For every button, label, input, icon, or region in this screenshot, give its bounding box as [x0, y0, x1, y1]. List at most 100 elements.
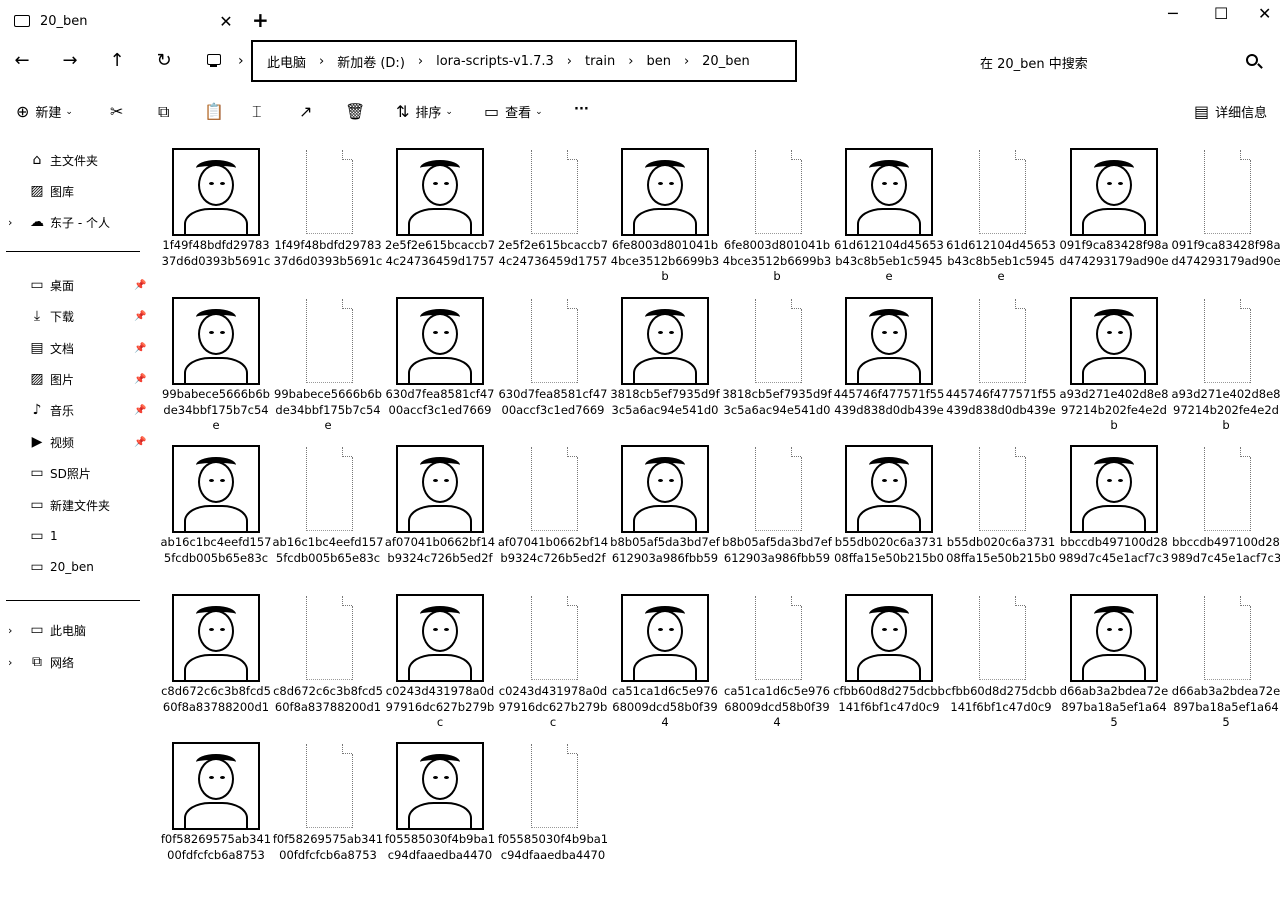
- image-file-item[interactable]: ca51ca1d6c5e97668009dcd58b0f394: [609, 590, 721, 738]
- image-file-item[interactable]: 2e5f2e615bcaccb74c24736459d1757: [384, 144, 496, 292]
- pin-icon[interactable]: 📌: [134, 311, 146, 322]
- text-file-item[interactable]: ca51ca1d6c5e97668009dcd58b0f394: [721, 590, 833, 738]
- up-button[interactable]: ↑: [105, 50, 129, 71]
- text-file-item[interactable]: 99babece5666b6bde34bbf175b7c54e: [272, 293, 384, 441]
- sidebar-item-documents[interactable]: ▤ 文档 📌: [0, 335, 150, 361]
- text-file-item[interactable]: b55db020c6a373108ffa15e50b215b0: [945, 441, 1057, 589]
- breadcrumb[interactable]: 此电脑 › 新加卷 (D:) › lora-scripts-v1.7.3 › t…: [251, 40, 797, 82]
- text-file-item[interactable]: 61d612104d45653b43c8b5eb1c5945e: [945, 144, 1057, 292]
- text-file-item[interactable]: d66ab3a2bdea72e897ba18a5ef1a645: [1170, 590, 1280, 738]
- image-file-item[interactable]: 99babece5666b6bde34bbf175b7c54e: [160, 293, 272, 441]
- minimize-button[interactable]: ─: [1168, 4, 1178, 23]
- image-file-item[interactable]: c0243d431978a0d97916dc627b279bc: [384, 590, 496, 738]
- text-file-item[interactable]: 445746f477571f55439d838d0db439e: [945, 293, 1057, 441]
- pin-icon[interactable]: 📌: [134, 280, 146, 291]
- sidebar-item-pictures[interactable]: ▨ 图片 📌: [0, 366, 150, 392]
- new-button[interactable]: ⊕ 新建 ⌄: [16, 102, 73, 121]
- text-file-item[interactable]: b8b05af5da3bd7ef612903a986fbb59: [721, 441, 833, 589]
- forward-button[interactable]: →: [58, 50, 82, 71]
- cut-button[interactable]: ✂: [110, 102, 129, 121]
- delete-button[interactable]: 🗑: [345, 102, 371, 121]
- sidebar-item-new-folder[interactable]: ▭ 新建文件夹: [0, 492, 150, 518]
- image-file-item[interactable]: 630d7fea8581cf4700accf3c1ed7669: [384, 293, 496, 441]
- maximize-button[interactable]: ☐: [1214, 4, 1228, 23]
- more-options-button[interactable]: ···: [574, 102, 589, 117]
- search-placeholder[interactable]: 在 20_ben 中搜索: [980, 53, 1088, 72]
- chevron-right-icon[interactable]: ›: [238, 53, 244, 69]
- sidebar-item-20-ben[interactable]: ▭ 20_ben: [0, 554, 150, 580]
- pin-icon[interactable]: 📌: [134, 374, 146, 385]
- search-icon[interactable]: [1246, 54, 1258, 66]
- image-file-item[interactable]: f05585030f4b9ba1c94dfaaedba4470: [384, 738, 496, 886]
- text-file-item[interactable]: bbccdb497100d28989d7c45e1acf7c3: [1170, 441, 1280, 589]
- image-file-item[interactable]: 091f9ca83428f98ad474293179ad90e: [1058, 144, 1170, 292]
- text-file-item[interactable]: 2e5f2e615bcaccb74c24736459d1757: [497, 144, 609, 292]
- text-file-item[interactable]: 3818cb5ef7935d9f3c5a6ac94e541d0: [721, 293, 833, 441]
- image-file-item[interactable]: ab16c1bc4eefd1575fcdb005b65e83c: [160, 441, 272, 589]
- breadcrumb-item[interactable]: train: [585, 54, 615, 69]
- chevron-right-icon[interactable]: ›: [8, 624, 12, 637]
- tab-close-icon[interactable]: ✕: [214, 12, 238, 31]
- sidebar-item-network[interactable]: › ⧉ 网络: [0, 649, 150, 675]
- image-file-item[interactable]: 445746f477571f55439d838d0db439e: [833, 293, 945, 441]
- sidebar-item-desktop[interactable]: ▭ 桌面 📌: [0, 272, 150, 298]
- breadcrumb-item[interactable]: 此电脑: [267, 52, 306, 71]
- image-file-item[interactable]: d66ab3a2bdea72e897ba18a5ef1a645: [1058, 590, 1170, 738]
- text-file-item[interactable]: af07041b0662bf14b9324c726b5ed2f: [497, 441, 609, 589]
- text-file-item[interactable]: ab16c1bc4eefd1575fcdb005b65e83c: [272, 441, 384, 589]
- image-file-item[interactable]: 61d612104d45653b43c8b5eb1c5945e: [833, 144, 945, 292]
- text-file-item[interactable]: cfbb60d8d275dcbb141f6bf1c47d0c9: [945, 590, 1057, 738]
- image-file-item[interactable]: 3818cb5ef7935d9f3c5a6ac94e541d0: [609, 293, 721, 441]
- text-file-item[interactable]: 091f9ca83428f98ad474293179ad90e: [1170, 144, 1280, 292]
- pin-icon[interactable]: 📌: [134, 437, 146, 448]
- text-file-item[interactable]: 630d7fea8581cf4700accf3c1ed7669: [497, 293, 609, 441]
- image-file-item[interactable]: f0f58269575ab34100fdfcfcb6a8753: [160, 738, 272, 886]
- image-file-item[interactable]: af07041b0662bf14b9324c726b5ed2f: [384, 441, 496, 589]
- text-file-item[interactable]: 6fe8003d801041b4bce3512b6699b3b: [721, 144, 833, 292]
- breadcrumb-item[interactable]: 新加卷 (D:): [337, 52, 405, 71]
- text-file-item[interactable]: c0243d431978a0d97916dc627b279bc: [497, 590, 609, 738]
- sidebar-item-folder-1[interactable]: ▭ 1: [0, 523, 150, 549]
- image-file-item[interactable]: 6fe8003d801041b4bce3512b6699b3b: [609, 144, 721, 292]
- search-box[interactable]: 在 20_ben 中搜索: [800, 40, 1280, 82]
- refresh-button[interactable]: ↻: [152, 50, 176, 71]
- breadcrumb-item[interactable]: ben: [646, 54, 671, 69]
- pin-icon[interactable]: 📌: [134, 343, 146, 354]
- text-file-item[interactable]: c8d672c6c3b8fcd560f8a83788200d1: [272, 590, 384, 738]
- sidebar-item-gallery[interactable]: ▨ 图库: [0, 178, 150, 204]
- image-file-item[interactable]: b8b05af5da3bd7ef612903a986fbb59: [609, 441, 721, 589]
- breadcrumb-item[interactable]: lora-scripts-v1.7.3: [436, 54, 554, 69]
- sidebar-item-videos[interactable]: ▶ 视频 📌: [0, 429, 150, 455]
- tab-20-ben[interactable]: 20_ben ✕: [6, 4, 238, 38]
- text-file-item[interactable]: f0f58269575ab34100fdfcfcb6a8753: [272, 738, 384, 886]
- rename-button[interactable]: ⌶: [252, 102, 268, 122]
- image-file-item[interactable]: b55db020c6a373108ffa15e50b215b0: [833, 441, 945, 589]
- image-file-item[interactable]: c8d672c6c3b8fcd560f8a83788200d1: [160, 590, 272, 738]
- text-file-item[interactable]: 1f49f48bdfd2978337d6d0393b5691c: [272, 144, 384, 292]
- copy-button[interactable]: ⧉: [158, 102, 175, 122]
- breadcrumb-item[interactable]: 20_ben: [702, 54, 750, 69]
- image-file-item[interactable]: cfbb60d8d275dcbb141f6bf1c47d0c9: [833, 590, 945, 738]
- chevron-right-icon[interactable]: ›: [8, 656, 12, 669]
- image-file-item[interactable]: bbccdb497100d28989d7c45e1acf7c3: [1058, 441, 1170, 589]
- sort-button[interactable]: ⇅ 排序 ⌄: [396, 102, 453, 121]
- chevron-right-icon[interactable]: ›: [8, 216, 12, 229]
- share-button[interactable]: ↗: [299, 102, 318, 121]
- pin-icon[interactable]: 📌: [134, 405, 146, 416]
- new-tab-button[interactable]: +: [252, 8, 269, 32]
- close-window-button[interactable]: ✕: [1258, 4, 1271, 23]
- computer-icon[interactable]: [207, 54, 221, 67]
- sidebar-item-home[interactable]: ⌂ 主文件夹: [0, 147, 150, 173]
- image-file-item[interactable]: 1f49f48bdfd2978337d6d0393b5691c: [160, 144, 272, 292]
- sidebar-item-downloads[interactable]: ⤓ 下载 📌: [0, 303, 150, 329]
- sidebar-item-onedrive[interactable]: › ☁ 东子 - 个人: [0, 209, 150, 235]
- sidebar-item-sd-photos[interactable]: ▭ SD照片: [0, 460, 150, 486]
- view-button[interactable]: ▭ 查看 ⌄: [484, 102, 543, 121]
- sidebar-item-this-pc[interactable]: › ▭ 此电脑: [0, 617, 150, 643]
- text-file-item[interactable]: f05585030f4b9ba1c94dfaaedba4470: [497, 738, 609, 886]
- sidebar-item-music[interactable]: ♪ 音乐 📌: [0, 397, 150, 423]
- details-pane-button[interactable]: ▤ 详细信息: [1194, 102, 1267, 121]
- back-button[interactable]: ←: [10, 50, 34, 71]
- paste-button[interactable]: 📋: [204, 102, 230, 121]
- text-file-item[interactable]: a93d271e402d8e897214b202fe4e2db: [1170, 293, 1280, 441]
